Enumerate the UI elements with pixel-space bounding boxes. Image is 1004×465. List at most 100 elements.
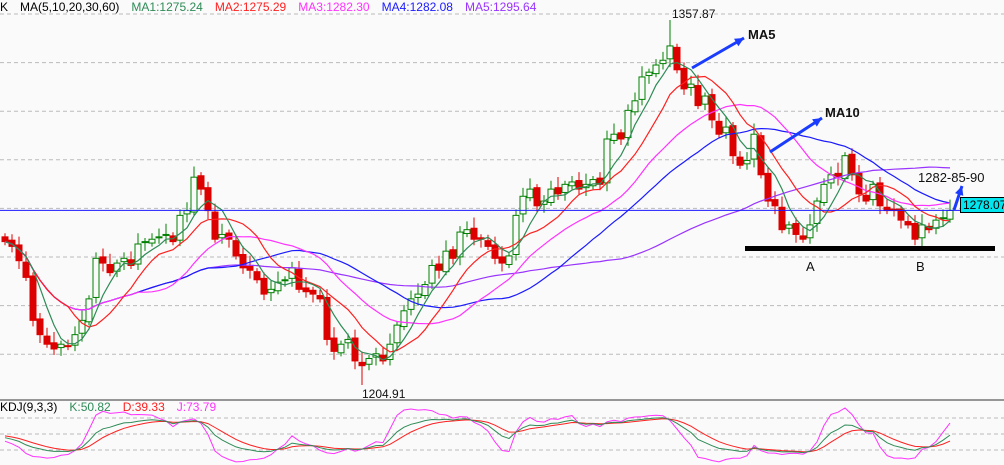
candle-down [680,67,688,90]
candle-down [22,261,30,278]
candle-up [218,233,226,239]
target-label: 1282-85-90 [918,170,985,185]
candle-up [687,83,695,88]
candle-down [848,153,856,176]
candle-up [743,159,751,165]
candle-up [722,126,730,134]
kdj-k: K:50.82 [69,400,111,414]
candle-up [785,224,793,229]
candle-up [505,255,513,266]
candle-down [771,199,779,207]
candle-down [1,236,9,243]
candle-down [533,187,541,207]
candle-up [638,76,646,100]
point-a-label: A [806,259,815,274]
candle-down [617,132,625,140]
candle-down [246,265,254,271]
candle-up [750,133,758,160]
candle-down [211,211,219,240]
candle-up [281,279,289,282]
candle-up [85,298,93,323]
candle-down [736,156,744,166]
candle-up [631,100,639,113]
candle-up [393,324,401,344]
candle-down [43,335,51,345]
candle-down [470,227,478,240]
candle-down [29,275,37,321]
candle-down [799,235,807,240]
candle-down [239,253,247,269]
candle-down [715,120,723,135]
ma-params: MA(5,10,20,30,60) [20,0,120,14]
kdj-j: J:73.79 [176,400,217,414]
candle-up [78,319,86,334]
candle-up [652,64,660,75]
candle-up [183,210,191,215]
candle-up [806,224,814,239]
candle-up [813,200,821,224]
ma-legend: K MA(5,10,20,30,60) MA1:1275.24 MA2:1275… [0,0,536,14]
candle-down [358,361,366,367]
candle-down [99,256,107,264]
candle-up [92,257,100,298]
candle-up [701,95,709,105]
kdj-params: KDJ(9,3,3) [0,400,58,414]
candle-up [148,238,156,244]
ma5-line [4,61,951,361]
candle-up [820,183,828,203]
support-line [745,246,995,251]
candle-down [435,263,443,271]
candle-up [267,288,275,294]
ma10-line [4,75,951,353]
candle-up [946,209,954,220]
candle-up [442,250,450,273]
mode-label: K [0,0,9,14]
candle-up [337,343,345,354]
candle-down [64,345,72,348]
candle-up [624,109,632,139]
candle-up [155,236,163,239]
candle-down [232,240,240,257]
candle-up [141,241,149,244]
target-arrow-head [955,186,964,196]
candle-up [176,214,184,241]
candle-up [414,293,422,298]
candle-down [484,240,492,247]
candle-up [568,181,576,187]
high-label: 1357.87 [672,7,716,21]
candle-down [498,256,506,264]
kdj-j-line [4,407,951,463]
ma1-value: MA1:1275.24 [131,0,203,14]
kdj-d: D:39.33 [122,400,165,414]
candlestick-chart [0,13,1004,463]
kdj-legend: KDJ(9,3,3) K:50.82 D:39.33 J:73.79 [0,400,216,414]
candle-down [554,187,562,195]
candle-up [162,233,170,236]
candle-down [449,249,457,259]
candle-up [939,217,947,220]
candle-up [365,358,373,365]
ma4-value: MA4:1282.08 [381,0,453,14]
last-price-tag: 1278.07 [960,197,1004,213]
candle-up [561,183,569,193]
candle-up [344,338,352,344]
candle-up [120,257,128,263]
candle-up [57,343,65,349]
candle-down [253,271,261,281]
candle-up [603,138,611,184]
candle-down [351,337,359,362]
candle-down [694,85,702,107]
ma3-value: MA3:1282.30 [298,0,370,14]
candle-down [316,295,324,300]
candle-down [330,337,338,352]
candle-down [309,289,317,295]
ma2-value: MA2:1275.29 [214,0,287,14]
ma5-value: MA5:1295.64 [464,0,537,14]
candle-up [666,45,674,60]
candle-up [526,188,534,199]
candle-up [645,71,653,77]
ma10-arrow [769,116,823,154]
candle-up [463,229,471,234]
candle-down [904,221,912,226]
candle-down [204,187,212,212]
